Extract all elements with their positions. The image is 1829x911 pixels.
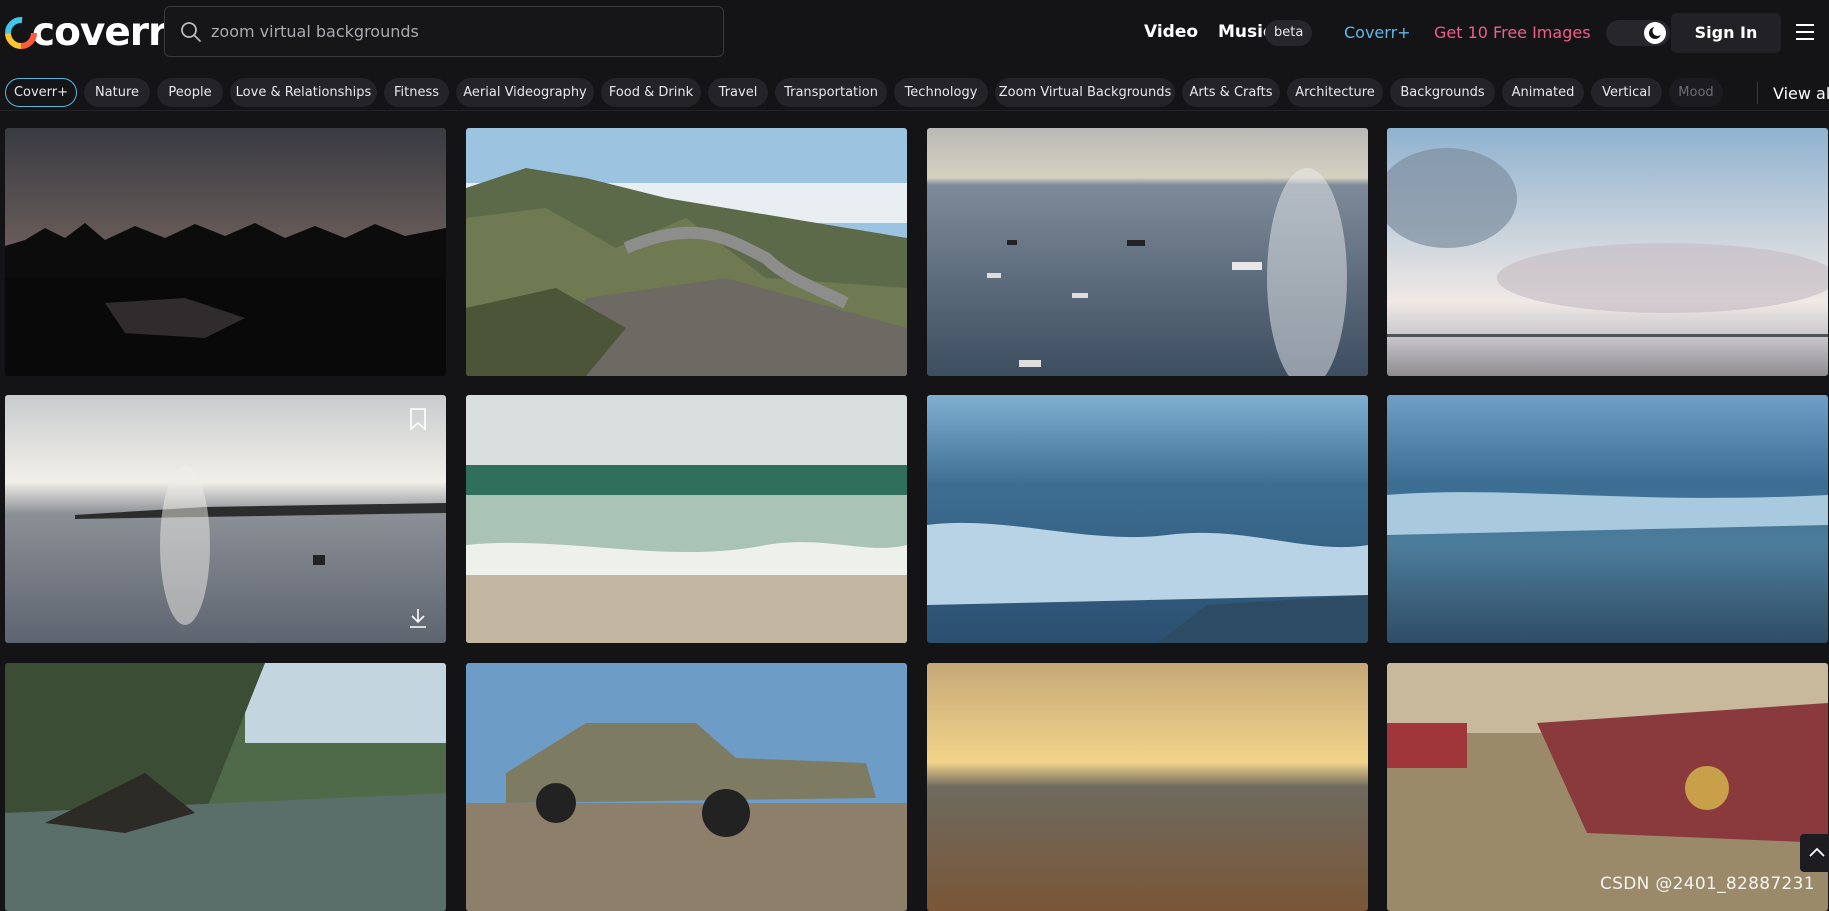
category-chip-mood[interactable]: Mood xyxy=(1669,78,1723,107)
category-chip-travel[interactable]: Travel xyxy=(708,78,768,107)
view-all-link[interactable]: View all xyxy=(1773,84,1829,103)
scroll-to-top-button[interactable] xyxy=(1800,834,1829,872)
nav-video-link[interactable]: Video xyxy=(1144,22,1198,42)
search-box[interactable] xyxy=(164,6,724,57)
video-thumbnail-palm-sunset[interactable] xyxy=(5,128,446,376)
bookmark-icon[interactable] xyxy=(408,407,428,431)
download-icon[interactable] xyxy=(408,607,428,629)
video-thumbnail-boats-sea[interactable] xyxy=(927,128,1368,376)
logo-mark-icon xyxy=(5,17,37,49)
sign-in-button[interactable]: Sign In xyxy=(1671,13,1781,53)
theme-toggle[interactable] xyxy=(1606,20,1670,46)
moon-icon xyxy=(1644,22,1666,44)
search-icon xyxy=(181,21,201,42)
watermark-text: CSDN @2401_82887231 xyxy=(1600,874,1815,894)
nav-coverr-plus-link[interactable]: Coverr+ xyxy=(1344,23,1411,42)
beta-badge: beta xyxy=(1265,20,1313,46)
category-bar: Coverr+ Nature People Love & Relationshi… xyxy=(0,76,1829,111)
category-chip-technology[interactable]: Technology xyxy=(894,78,988,107)
logo-text: coverr xyxy=(32,10,167,55)
search-input[interactable] xyxy=(209,21,693,42)
category-chip-animated[interactable]: Animated xyxy=(1502,78,1584,107)
video-thumbnail-blue-waves[interactable] xyxy=(927,395,1368,643)
category-chip-zoom-virtual-backgrounds[interactable]: Zoom Virtual Backgrounds xyxy=(995,78,1175,107)
nav-free-images-link[interactable]: Get 10 Free Images xyxy=(1434,23,1591,42)
chevron-up-icon xyxy=(1809,847,1825,857)
coverr-logo[interactable]: coverr xyxy=(4,10,167,56)
hamburger-menu-icon[interactable] xyxy=(1796,24,1814,40)
category-chip-arts-crafts[interactable]: Arts & Crafts xyxy=(1182,78,1280,107)
category-chip-vertical[interactable]: Vertical xyxy=(1591,78,1662,107)
category-chip-architecture[interactable]: Architecture xyxy=(1287,78,1383,107)
video-thumbnail-golden-field[interactable] xyxy=(927,663,1368,911)
category-chip-coverr-plus[interactable]: Coverr+ xyxy=(5,78,77,107)
category-chip-nature[interactable]: Nature xyxy=(84,78,150,107)
top-header: coverr Video Music beta Coverr+ Get 10 F… xyxy=(0,0,1829,66)
video-thumbnail-green-waves[interactable] xyxy=(466,395,907,643)
video-thumbnail-mountain-road[interactable] xyxy=(466,128,907,376)
category-chip-backgrounds[interactable]: Backgrounds xyxy=(1390,78,1495,107)
category-chip-transportation[interactable]: Transportation xyxy=(775,78,887,107)
video-thumbnail-mangrove-river[interactable] xyxy=(5,663,446,911)
category-chip-aerial-videography[interactable]: Aerial Videography xyxy=(456,78,594,107)
category-divider xyxy=(1757,82,1758,104)
category-chip-people[interactable]: People xyxy=(157,78,223,107)
category-chip-food-drink[interactable]: Food & Drink xyxy=(601,78,701,107)
video-thumbnail-cloudy-beach[interactable] xyxy=(1387,128,1828,376)
video-thumbnail-lake-boat[interactable] xyxy=(5,395,446,643)
video-thumbnail-vintage-car[interactable] xyxy=(466,663,907,911)
category-chip-fitness[interactable]: Fitness xyxy=(384,78,449,107)
category-chip-love-relationships[interactable]: Love & Relationships xyxy=(230,78,377,107)
video-thumbnail-blue-shore[interactable] xyxy=(1387,395,1828,643)
